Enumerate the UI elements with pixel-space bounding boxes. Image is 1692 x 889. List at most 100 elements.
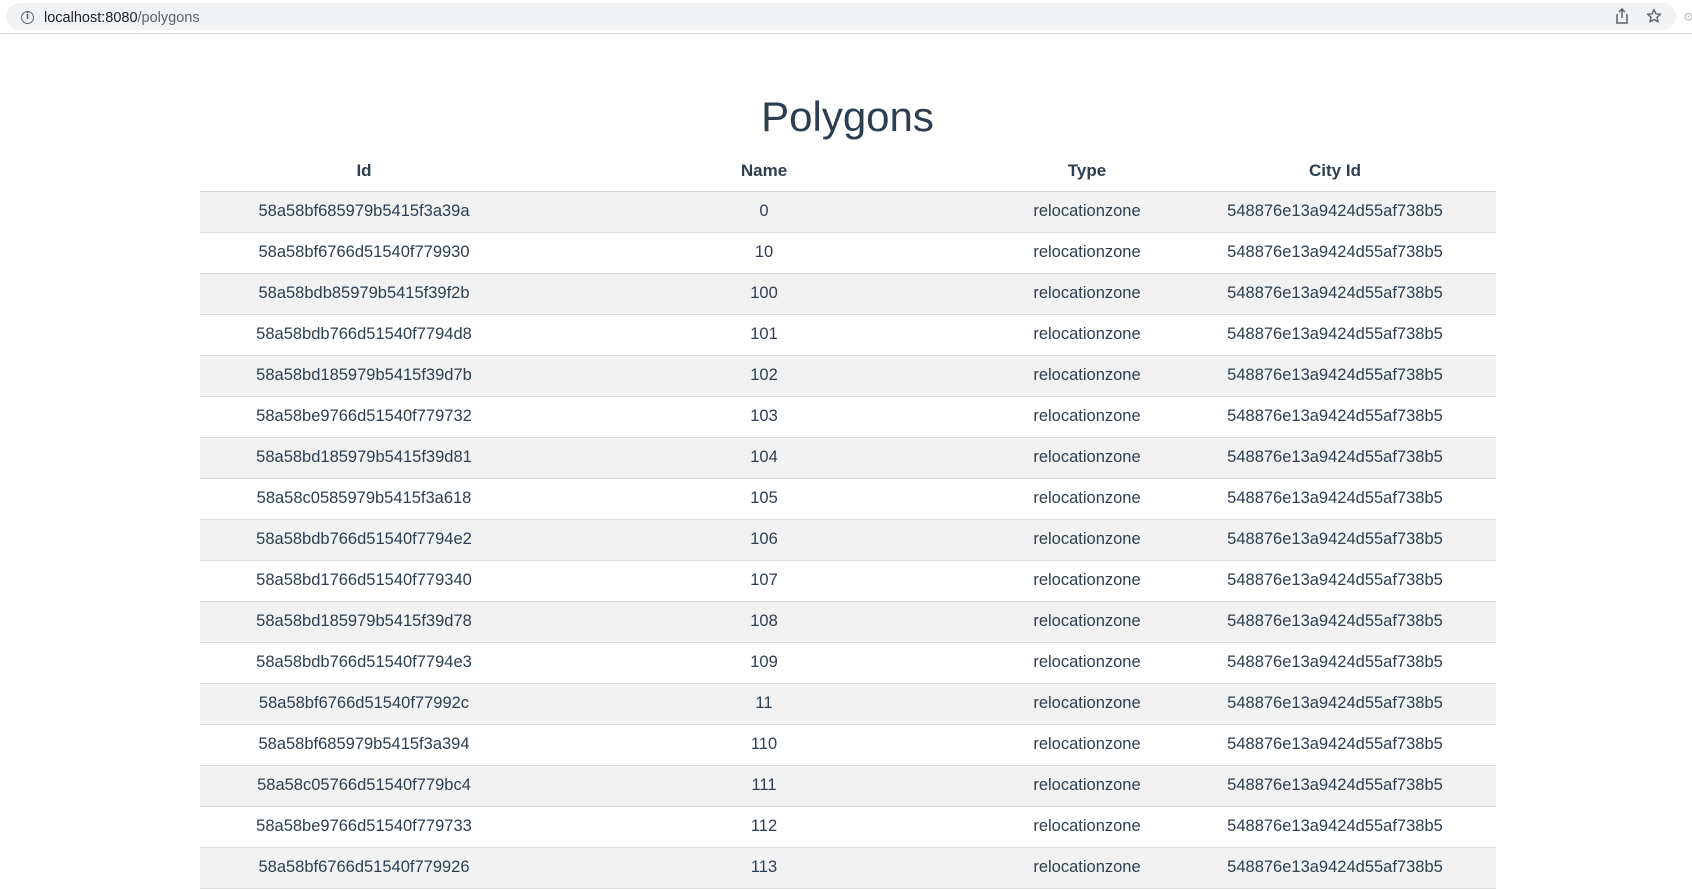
cell-city-id: 548876e13a9424d55af738b5 [1174, 519, 1496, 561]
table-row[interactable]: 58a58be9766d51540f779732 103 relocationzon… [200, 396, 1496, 438]
cell-city-id: 548876e13a9424d55af738b5 [1174, 847, 1496, 889]
cell-id: 58a58bdb766d51540f7794e3 [200, 642, 528, 684]
cell-city-id: 548876e13a9424d55af738b5 [1174, 724, 1496, 766]
cell-type: relocationzone [1000, 437, 1174, 479]
table-row[interactable]: 58a58bd185979b5415f39d7b 102 relocationzon… [200, 355, 1496, 397]
cell-id: 58a58be9766d51540f779733 [200, 806, 528, 848]
cell-name: 103 [528, 396, 1000, 438]
cell-name: 111 [528, 765, 1000, 807]
cell-city-id: 548876e13a9424d55af738b5 [1174, 314, 1496, 356]
page-title: Polygons [761, 93, 934, 140]
cell-city-id: 548876e13a9424d55af738b5 [1174, 396, 1496, 438]
polygons-table: Id Name Type City Id 58a58bf685979b5415f… [200, 151, 1496, 889]
cell-name: 10 [528, 232, 1000, 274]
cell-name: 109 [528, 642, 1000, 684]
cell-type: relocationzone [1000, 191, 1174, 233]
cell-id: 58a58bd185979b5415f39d78 [200, 601, 528, 643]
table-row[interactable]: 58a58bd185979b5415f39d81 104 relocationzon… [200, 437, 1496, 479]
cell-name: 106 [528, 519, 1000, 561]
cell-id: 58a58bd1766d51540f779340 [200, 560, 528, 602]
cell-name: 110 [528, 724, 1000, 766]
cell-city-id: 548876e13a9424d55af738b5 [1174, 355, 1496, 397]
table-row[interactable]: 58a58bdb766d51540f7794e2 106 relocationzon… [200, 519, 1496, 561]
cell-id: 58a58bf6766d51540f77992c [200, 683, 528, 725]
cell-name: 0 [528, 191, 1000, 233]
cell-type: relocationzone [1000, 519, 1174, 561]
address-bar[interactable]: i localhost:8080/polygons [6, 3, 1676, 30]
table-row[interactable]: 58a58be9766d51540f779733 112 relocationzon… [200, 806, 1496, 848]
cell-type: relocationzone [1000, 683, 1174, 725]
cell-type: relocationzone [1000, 601, 1174, 643]
cell-type: relocationzone [1000, 355, 1174, 397]
table-row[interactable]: 58a58bd1766d51540f779340 107 relocationzon… [200, 560, 1496, 602]
cell-city-id: 548876e13a9424d55af738b5 [1174, 191, 1496, 233]
column-header-city-id[interactable]: City Id [1174, 151, 1496, 192]
table-row[interactable]: 58a58bf685979b5415f3a39a 0 relocationzone 5… [200, 191, 1496, 233]
cell-city-id: 548876e13a9424d55af738b5 [1174, 232, 1496, 274]
cell-name: 105 [528, 478, 1000, 520]
share-icon[interactable] [1611, 5, 1633, 27]
url-path: /polygons [137, 10, 200, 26]
polygons-table-container: Id Name Type City Id 58a58bf685979b5415f… [200, 151, 1496, 889]
cell-id: 58a58bdb766d51540f7794e2 [200, 519, 528, 561]
cell-name: 113 [528, 847, 1000, 889]
cell-city-id: 548876e13a9424d55af738b5 [1174, 478, 1496, 520]
url-text[interactable]: localhost:8080/polygons [44, 10, 200, 26]
cell-id: 58a58bd185979b5415f39d81 [200, 437, 528, 479]
cell-city-id: 548876e13a9424d55af738b5 [1174, 765, 1496, 807]
cell-city-id: 548876e13a9424d55af738b5 [1174, 806, 1496, 848]
table-row[interactable]: 58a58bf6766d51540f779926 113 relocationzon… [200, 847, 1496, 889]
cell-type: relocationzone [1000, 560, 1174, 602]
cell-name: 100 [528, 273, 1000, 315]
cell-name: 112 [528, 806, 1000, 848]
table-row[interactable]: 58a58bdb766d51540f7794e3 109 relocationzon… [200, 642, 1496, 684]
cell-city-id: 548876e13a9424d55af738b5 [1174, 601, 1496, 643]
table-row[interactable]: 58a58bf685979b5415f3a394 110 relocationzon… [200, 724, 1496, 766]
cell-name: 101 [528, 314, 1000, 356]
bookmark-star-icon[interactable] [1643, 5, 1665, 27]
table-row[interactable]: 58a58bf6766d51540f77992c 11 relocationzone… [200, 683, 1496, 725]
cell-name: 102 [528, 355, 1000, 397]
cell-name: 104 [528, 437, 1000, 479]
table-row[interactable]: 58a58c05766d51540f779bc4 111 relocationzon… [200, 765, 1496, 807]
cell-type: relocationzone [1000, 273, 1174, 315]
cell-id: 58a58bdb766d51540f7794d8 [200, 314, 528, 356]
table-row[interactable]: 58a58c0585979b5415f3a618 105 relocationzon… [200, 478, 1496, 520]
cell-type: relocationzone [1000, 847, 1174, 889]
column-header-type[interactable]: Type [1000, 151, 1174, 192]
table-header-row: Id Name Type City Id [200, 151, 1496, 192]
cell-name: 107 [528, 560, 1000, 602]
table-row[interactable]: 58a58bf6766d51540f779930 10 relocationzone… [200, 232, 1496, 274]
site-info-icon[interactable]: i [21, 11, 34, 24]
cell-type: relocationzone [1000, 396, 1174, 438]
cell-city-id: 548876e13a9424d55af738b5 [1174, 273, 1496, 315]
table-row[interactable]: 58a58bdb85979b5415f39f2b 100 relocationzon… [200, 273, 1496, 315]
url-host: localhost:8080 [44, 10, 138, 26]
cell-type: relocationzone [1000, 724, 1174, 766]
cell-id: 58a58c0585979b5415f3a618 [200, 478, 528, 520]
cell-id: 58a58c05766d51540f779bc4 [200, 765, 528, 807]
cell-id: 58a58be9766d51540f779732 [200, 396, 528, 438]
extension-icon[interactable]: ⚙ [1683, 10, 1692, 24]
cell-type: relocationzone [1000, 806, 1174, 848]
cell-name: 11 [528, 683, 1000, 725]
cell-city-id: 548876e13a9424d55af738b5 [1174, 560, 1496, 602]
cell-type: relocationzone [1000, 314, 1174, 356]
column-header-id[interactable]: Id [200, 151, 528, 192]
cell-id: 58a58bd185979b5415f39d7b [200, 355, 528, 397]
cell-type: relocationzone [1000, 232, 1174, 274]
browser-toolbar: i localhost:8080/polygons ⚙ [0, 0, 1692, 34]
cell-city-id: 548876e13a9424d55af738b5 [1174, 642, 1496, 684]
cell-type: relocationzone [1000, 478, 1174, 520]
column-header-name[interactable]: Name [528, 151, 1000, 192]
table-row[interactable]: 58a58bdb766d51540f7794d8 101 relocationzon… [200, 314, 1496, 356]
cell-id: 58a58bf685979b5415f3a394 [200, 724, 528, 766]
cell-type: relocationzone [1000, 642, 1174, 684]
cell-id: 58a58bf6766d51540f779930 [200, 232, 528, 274]
table-row[interactable]: 58a58bd185979b5415f39d78 108 relocationzon… [200, 601, 1496, 643]
cell-type: relocationzone [1000, 765, 1174, 807]
cell-id: 58a58bf685979b5415f3a39a [200, 191, 528, 233]
cell-city-id: 548876e13a9424d55af738b5 [1174, 683, 1496, 725]
cell-id: 58a58bf6766d51540f779926 [200, 847, 528, 889]
cell-id: 58a58bdb85979b5415f39f2b [200, 273, 528, 315]
